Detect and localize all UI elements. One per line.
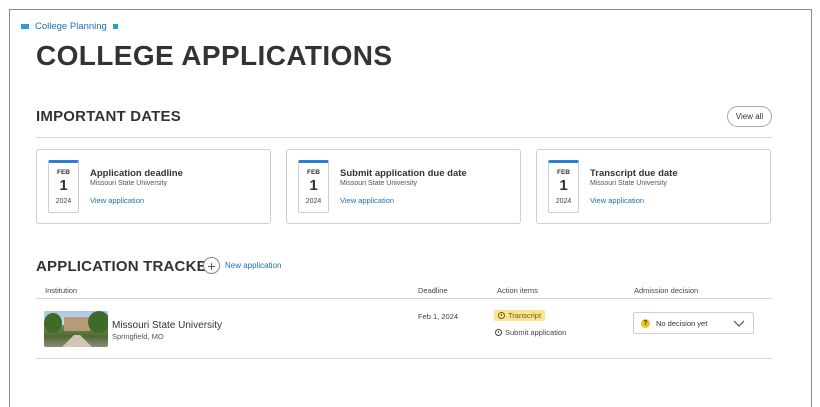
calendar-day: 1 (309, 177, 318, 194)
add-icon[interactable]: + (203, 257, 220, 274)
action-item-transcript[interactable]: Transcript (494, 310, 546, 321)
view-application-link[interactable]: View application (90, 196, 144, 205)
calendar-month: FEB (307, 169, 320, 176)
action-item-label: Transcript (508, 311, 542, 320)
view-application-link[interactable]: View application (590, 196, 644, 205)
application-tracker-title: APPLICATION TRACKER (36, 258, 218, 275)
date-card: FEB 1 2024 Submit application due date M… (286, 149, 521, 224)
table-header-divider (36, 298, 772, 299)
calendar-year: 2024 (305, 198, 322, 205)
calendar-icon: FEB 1 2024 (48, 160, 79, 213)
action-item-label: Submit application (505, 328, 567, 337)
institution-location: Springfield, MO (112, 332, 164, 341)
date-card: FEB 1 2024 Transcript due date Missouri … (536, 149, 771, 224)
important-dates-title: IMPORTANT DATES (36, 108, 181, 125)
date-card-institution: Missouri State University (90, 180, 168, 187)
calendar-month: FEB (557, 169, 570, 176)
breadcrumb-link[interactable]: College Planning (35, 21, 107, 32)
section-divider (36, 137, 772, 138)
calendar-icon: FEB 1 2024 (298, 160, 329, 213)
info-icon (495, 329, 502, 336)
date-card-institution: Missouri State University (590, 180, 668, 187)
institution-photo (44, 311, 108, 347)
date-card-title: Transcript due date (590, 168, 678, 179)
column-header-admission-decision: Admission decision (634, 286, 699, 295)
institution-name[interactable]: Missouri State University (112, 320, 222, 331)
date-card-title: Submit application due date (340, 168, 467, 179)
date-card-institution: Missouri State University (340, 180, 418, 187)
new-application-link[interactable]: New application (225, 261, 281, 270)
view-application-link[interactable]: View application (340, 196, 394, 205)
calendar-month: FEB (57, 169, 70, 176)
breadcrumb-marker-icon (21, 24, 29, 29)
chevron-down-icon (733, 320, 745, 327)
calendar-icon: FEB 1 2024 (548, 160, 579, 213)
question-icon: ? (641, 318, 650, 328)
breadcrumb: College Planning (21, 21, 118, 32)
calendar-year: 2024 (555, 198, 572, 205)
deadline-value: Feb 1, 2024 (418, 312, 459, 321)
calendar-day: 1 (559, 177, 568, 194)
calendar-day: 1 (59, 177, 68, 194)
breadcrumb-marker-icon (112, 24, 118, 29)
action-item-submit-application[interactable]: Submit application (495, 328, 566, 337)
view-all-button[interactable]: View all (727, 106, 772, 127)
column-header-deadline: Deadline (418, 286, 448, 295)
calendar-year: 2024 (55, 198, 72, 205)
column-header-action-items: Action items (497, 286, 538, 295)
admission-decision-select[interactable]: ? No decision yet (633, 312, 754, 334)
admission-decision-value: No decision yet (656, 318, 708, 328)
info-icon (498, 312, 505, 319)
page-title: COLLEGE APPLICATIONS (36, 40, 393, 71)
date-card-title: Application deadline (90, 168, 183, 179)
table-row-divider (36, 358, 772, 359)
column-header-institution: Institution (45, 286, 78, 295)
date-card: FEB 1 2024 Application deadline Missouri… (36, 149, 271, 224)
